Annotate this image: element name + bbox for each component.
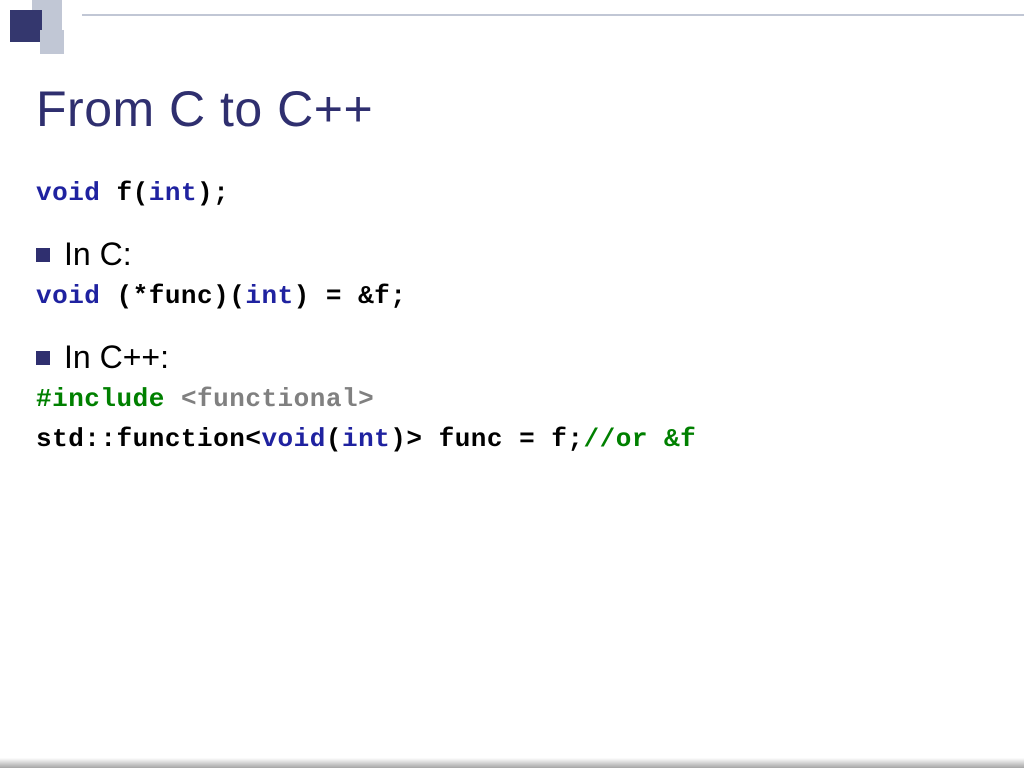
code-text: (*func)( bbox=[100, 281, 245, 311]
slide-body: From C to C++ void f(int); In C: void (*… bbox=[36, 80, 984, 738]
code-text: ); bbox=[197, 178, 229, 208]
bottom-shadow bbox=[0, 758, 1024, 768]
kw-int: int bbox=[149, 178, 197, 208]
code-text: f( bbox=[100, 178, 148, 208]
code-text: ) = &f; bbox=[294, 281, 407, 311]
kw-include: #include bbox=[36, 384, 165, 414]
code-comment: //or &f bbox=[584, 424, 697, 454]
slide-title: From C to C++ bbox=[36, 80, 984, 138]
bullet-label: In C: bbox=[64, 236, 132, 273]
code-c-ptr: void (*func)(int) = &f; bbox=[36, 281, 984, 311]
code-text: )> func = f; bbox=[390, 424, 583, 454]
bullet-in-cpp: In C++: bbox=[36, 339, 984, 376]
bullet-icon bbox=[36, 248, 50, 262]
kw-int: int bbox=[342, 424, 390, 454]
bullet-label: In C++: bbox=[64, 339, 169, 376]
kw-void: void bbox=[36, 178, 100, 208]
kw-int: int bbox=[245, 281, 293, 311]
code-decl: void f(int); bbox=[36, 178, 984, 208]
header-name: <functional> bbox=[181, 384, 374, 414]
kw-void: void bbox=[261, 424, 325, 454]
code-include: #include <functional> bbox=[36, 384, 984, 414]
code-text bbox=[165, 384, 181, 414]
bullet-in-c: In C: bbox=[36, 236, 984, 273]
code-stdfunction: std::function<void(int)> func = f;//or &… bbox=[36, 424, 984, 454]
code-text: ( bbox=[326, 424, 342, 454]
code-text: std::function< bbox=[36, 424, 261, 454]
kw-void: void bbox=[36, 281, 100, 311]
bullet-icon bbox=[36, 351, 50, 365]
slide-decor bbox=[0, 0, 1024, 64]
